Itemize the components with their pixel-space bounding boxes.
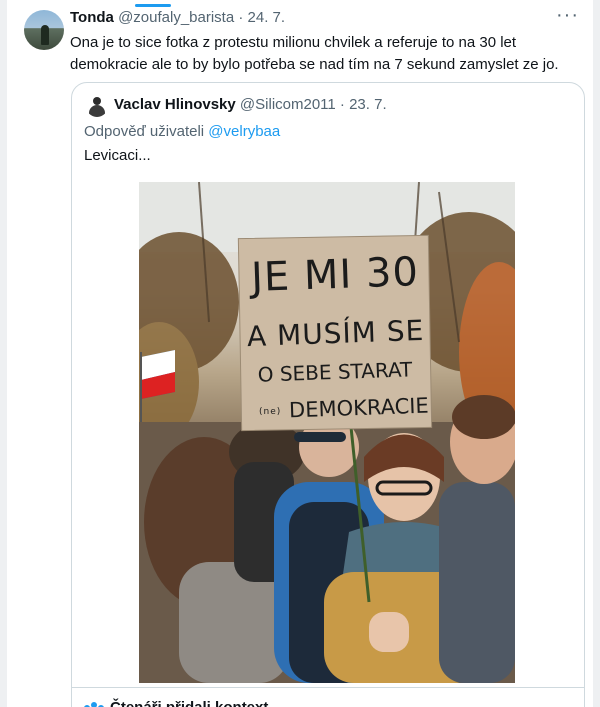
community-notes-label: Čtenáři přidali kontext <box>110 699 268 707</box>
tweet-header: Tonda @zoufaly_barista · 24. 7. <box>70 9 285 26</box>
sign-small: (ne) <box>259 407 282 417</box>
quoted-tweet[interactable]: Vaclav Hlinovsky @Silicom2011 · 23. 7. O… <box>71 82 585 707</box>
tweet-date[interactable]: 24. 7. <box>248 9 286 26</box>
tweet-card[interactable]: Tonda @zoufaly_barista · 24. 7. ··· Ona … <box>7 0 593 707</box>
sign-line-2: A MUSÍM SE <box>246 313 425 354</box>
header-separator: · <box>238 9 244 26</box>
people-icon <box>84 702 104 707</box>
author-handle[interactable]: @zoufaly_barista <box>118 9 234 26</box>
avatar[interactable] <box>24 10 64 50</box>
community-notes-bar[interactable]: Čtenáři přidali kontext <box>72 687 584 707</box>
more-options-icon[interactable]: ··· <box>556 4 579 27</box>
tweet-text: Ona je to sice fotka z protestu milionu … <box>70 34 559 73</box>
quoted-date[interactable]: 23. 7. <box>349 96 387 113</box>
quoted-author-handle[interactable]: @Silicom2011 <box>240 96 336 113</box>
quoted-avatar[interactable] <box>86 95 108 117</box>
author-name[interactable]: Tonda <box>70 9 114 26</box>
quoted-author-name[interactable]: Vaclav Hlinovsky <box>114 96 236 113</box>
quoted-text: Levicaci... <box>84 147 151 164</box>
quoted-header: Vaclav Hlinovsky @Silicom2011 · 23. 7. <box>114 96 387 113</box>
reply-handle[interactable]: @velrybaa <box>208 123 280 140</box>
sign-line-4: DEMOKRACIE <box>288 393 430 423</box>
quoted-photo[interactable]: JE MI 30 A MUSÍM SE O SEBE STARAT (ne) D… <box>139 182 515 683</box>
scroll-indicator <box>135 4 171 7</box>
reply-context: Odpověď uživateli @velrybaa <box>84 123 280 140</box>
quoted-separator: · <box>339 96 345 113</box>
sign-line-1: JE MI 30 <box>250 249 420 301</box>
reply-prefix: Odpověď uživateli <box>84 123 205 140</box>
